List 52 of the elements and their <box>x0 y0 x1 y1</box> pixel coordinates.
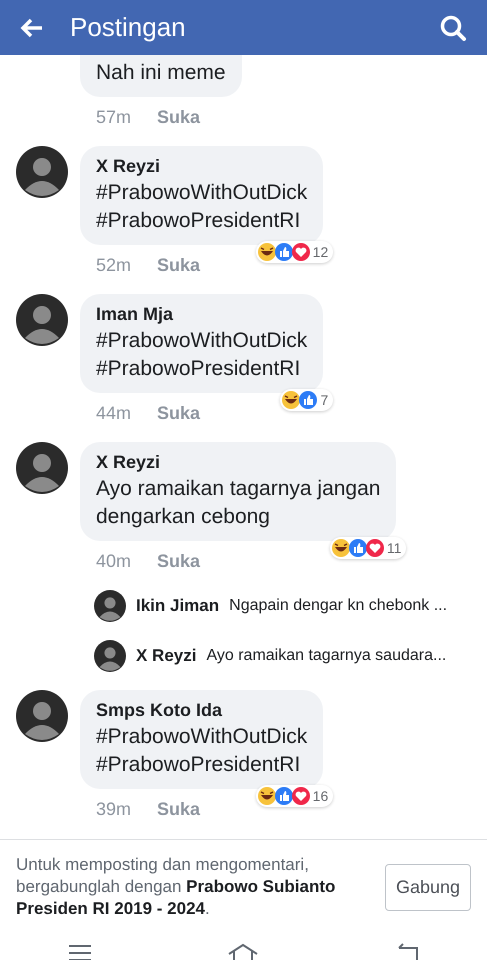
reaction-count: 12 <box>312 244 328 260</box>
reaction-summary[interactable]: 12 <box>256 241 334 263</box>
reaction-summary[interactable]: 7 <box>280 389 334 411</box>
join-message: Untuk memposting dan mengomentari, bergabunglah dengan Prabowo Subianto Presiden RI 2019 - 2024. <box>16 854 336 920</box>
comment-time: 57m <box>96 107 132 128</box>
reaction-count: 7 <box>320 392 328 408</box>
comment-text: Ayo ramaikan tagarnya jangan dengarkan cebong <box>96 476 380 530</box>
thumbs-up-icon <box>348 539 367 557</box>
avatar <box>94 640 126 672</box>
author-name[interactable]: X Reyzi <box>96 452 380 473</box>
page-title: Postingan <box>70 12 187 43</box>
search-icon[interactable] <box>439 14 467 42</box>
reaction-summary[interactable]: 16 <box>256 785 334 807</box>
reply-text: Ngapain dengar kn chebonk ... <box>229 597 448 615</box>
author-name[interactable]: Smps Koto Ida <box>96 700 308 721</box>
laughing-face-icon <box>332 539 350 557</box>
avatar <box>16 294 68 346</box>
like-link[interactable]: Suka <box>157 799 200 820</box>
thumbs-up-icon <box>274 787 293 805</box>
reply-text: Ayo ramaikan tagarnya saudara... <box>206 647 446 665</box>
reply-author[interactable]: Ikin Jiman <box>136 596 220 616</box>
laughing-face-icon <box>258 243 276 261</box>
comment-time: 44m <box>96 403 132 424</box>
back-arrow-icon[interactable] <box>20 18 44 38</box>
reaction-count: 11 <box>386 540 402 556</box>
comment-time: 52m <box>96 255 132 276</box>
comment-text: #PrabowoWithOutDick #PrabowoPresidentRI <box>96 328 308 382</box>
laughing-face-icon <box>258 787 276 805</box>
thumbs-up-icon <box>274 243 293 261</box>
avatar <box>16 442 68 494</box>
like-link[interactable]: Suka <box>157 551 200 572</box>
menu-icon[interactable] <box>68 942 92 960</box>
comment-text: #PrabowoWithOutDick #PrabowoPresidentRI <box>96 180 308 234</box>
reply-author[interactable]: X Reyzi <box>136 646 196 666</box>
join-button[interactable]: Gabung <box>384 864 471 910</box>
comment-text: Nah ini meme <box>96 60 226 86</box>
thumbs-up-icon <box>299 391 318 409</box>
comment-time: 40m <box>96 551 132 572</box>
like-link[interactable]: Suka <box>157 255 200 276</box>
reaction-summary[interactable]: 11 <box>330 537 406 559</box>
like-link[interactable]: Suka <box>157 403 200 424</box>
avatar <box>94 590 126 622</box>
comment-text: #PrabowoWithOutDick #PrabowoPresidentRI <box>96 724 308 778</box>
avatar <box>16 690 68 742</box>
like-link[interactable]: Suka <box>157 107 200 128</box>
author-name[interactable]: X Reyzi <box>96 156 308 177</box>
avatar <box>16 146 68 198</box>
author-name[interactable]: Iman Mja <box>96 304 308 325</box>
reaction-count: 16 <box>312 788 328 804</box>
comment-time: 39m <box>96 799 132 820</box>
home-icon[interactable] <box>227 942 260 960</box>
laughing-face-icon <box>282 391 300 409</box>
